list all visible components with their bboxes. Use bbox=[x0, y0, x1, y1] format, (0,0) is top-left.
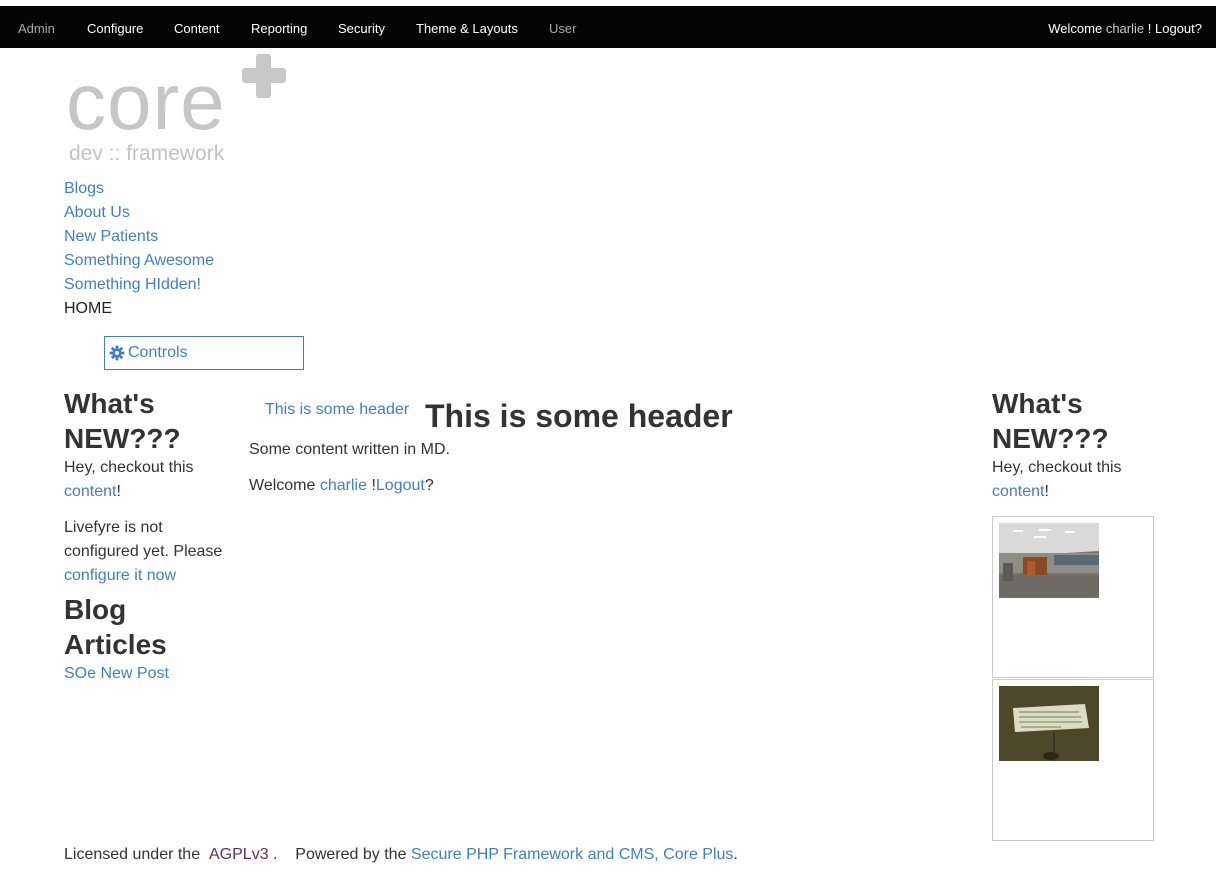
controls-button[interactable]: Controls bbox=[104, 336, 304, 370]
content-username-link[interactable]: charlie bbox=[320, 477, 367, 494]
content-link-right[interactable]: content bbox=[992, 483, 1044, 500]
checkout-prefix-right: Hey, checkout this bbox=[992, 459, 1122, 476]
nav-item-something-hidden[interactable]: Something HIdden! bbox=[64, 276, 201, 293]
right-sidebar: What's NEW??? Hey, checkout this content… bbox=[992, 386, 1162, 504]
adminbar-configure[interactable]: Configure bbox=[87, 21, 143, 36]
checkout-text-left: Hey, checkout this content! bbox=[64, 456, 234, 504]
footer-licensed-text: Licensed under the bbox=[64, 846, 201, 863]
gear-icon bbox=[109, 345, 125, 361]
whats-new-heading-left: What's NEW??? bbox=[64, 388, 181, 454]
core-plus-link[interactable]: Secure PHP Framework and CMS, Core Plus bbox=[411, 846, 733, 863]
header-image-link[interactable]: This is some header bbox=[265, 401, 409, 419]
adminbar-welcome-sep: ! bbox=[1147, 21, 1152, 36]
content-welcome: Welcome charlie !Logout? bbox=[249, 477, 434, 495]
content-welcome-text: Welcome bbox=[249, 477, 316, 494]
nav-item-about-us[interactable]: About Us bbox=[64, 204, 130, 221]
adminbar-reporting[interactable]: Reporting bbox=[251, 21, 307, 36]
footer-dot1: . bbox=[273, 846, 278, 863]
content-welcome-q: ? bbox=[424, 477, 434, 494]
adminbar-welcome: Welcome charlie ! Logout? bbox=[1048, 21, 1202, 36]
checkout-suffix-right: ! bbox=[1044, 483, 1049, 500]
configure-livefyre-link[interactable]: configure it now bbox=[64, 567, 176, 584]
md-content: Some content written in MD. bbox=[249, 441, 450, 458]
office-photo-thumbnail bbox=[999, 523, 1099, 598]
blog-articles-heading: Blog Articles bbox=[64, 594, 167, 660]
footer-powered-text: Powered by the bbox=[295, 846, 407, 863]
content-link-left[interactable]: content bbox=[64, 483, 116, 500]
whats-new-heading-right: What's NEW??? bbox=[992, 388, 1109, 454]
site-logo[interactable]: core dev :: framework bbox=[66, 52, 296, 167]
image-gallery bbox=[992, 516, 1154, 841]
adminbar-username-link[interactable]: charlie bbox=[1106, 21, 1144, 36]
nav-item-home[interactable]: HOME bbox=[64, 297, 214, 321]
adminbar-user[interactable]: User bbox=[549, 21, 576, 36]
checkout-text-right: Hey, checkout this content! bbox=[992, 456, 1162, 504]
logo-word: core bbox=[66, 57, 226, 146]
gallery-item[interactable] bbox=[992, 679, 1154, 841]
livefyre-text: Livefyre is not configured yet. Please bbox=[64, 519, 223, 560]
footer-dot2: . bbox=[733, 846, 738, 863]
agpl-link[interactable]: AGPLv3 bbox=[209, 846, 269, 863]
main-nav: Blogs About Us New Patients Something Aw… bbox=[64, 177, 214, 321]
adminbar-welcome-text: Welcome bbox=[1048, 21, 1103, 36]
logo-subtitle: dev :: framework bbox=[69, 142, 225, 165]
adminbar-security[interactable]: Security bbox=[338, 21, 385, 36]
checkout-suffix-left: ! bbox=[116, 483, 121, 500]
nav-item-blogs[interactable]: Blogs bbox=[64, 180, 104, 197]
left-sidebar: What's NEW??? Hey, checkout this content… bbox=[64, 386, 234, 686]
controls-label: Controls bbox=[128, 344, 188, 361]
content-logout-link[interactable]: Logout bbox=[376, 477, 425, 494]
nav-item-something-awesome[interactable]: Something Awesome bbox=[64, 252, 214, 269]
site-footer: Licensed under the AGPLv3 . Powered by t… bbox=[64, 846, 738, 864]
checkout-prefix-left: Hey, checkout this bbox=[64, 459, 194, 476]
nav-item-new-patients[interactable]: New Patients bbox=[64, 228, 158, 245]
plus-icon bbox=[242, 54, 286, 98]
page-title: This is some header bbox=[425, 398, 733, 434]
adminbar-logout-link[interactable]: Logout? bbox=[1155, 21, 1202, 36]
adminbar-theme-layouts[interactable]: Theme & Layouts bbox=[416, 21, 518, 36]
admin-bar: Admin Configure Content Reporting Securi… bbox=[0, 6, 1216, 48]
blog-post-link[interactable]: SOe New Post bbox=[64, 665, 169, 682]
livefyre-notice: Livefyre is not configured yet. Please c… bbox=[64, 516, 234, 588]
keyboard-photo-thumbnail bbox=[999, 686, 1099, 761]
gallery-item[interactable] bbox=[992, 516, 1154, 678]
adminbar-content[interactable]: Content bbox=[174, 21, 220, 36]
adminbar-admin[interactable]: Admin bbox=[18, 21, 55, 36]
